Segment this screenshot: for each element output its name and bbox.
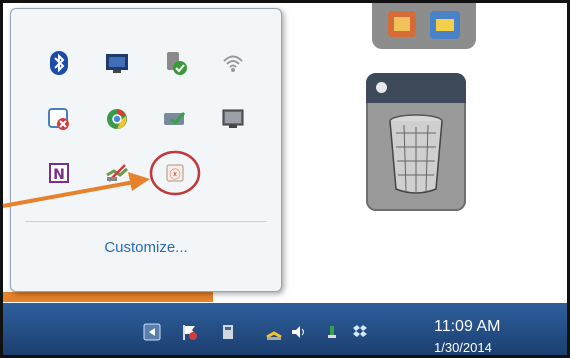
power-icon[interactable] (219, 323, 237, 341)
network-icon[interactable] (265, 323, 283, 341)
update-icon[interactable] (323, 323, 341, 341)
show-hidden-icons-button[interactable] (143, 323, 161, 341)
clock-time[interactable]: 11:09 AM (434, 318, 500, 336)
clock-date[interactable]: 1/30/2014 (434, 340, 492, 354)
volume-icon[interactable] (289, 323, 307, 341)
dropbox-icon[interactable] (351, 323, 369, 341)
action-center-flag-icon[interactable] (180, 323, 198, 341)
